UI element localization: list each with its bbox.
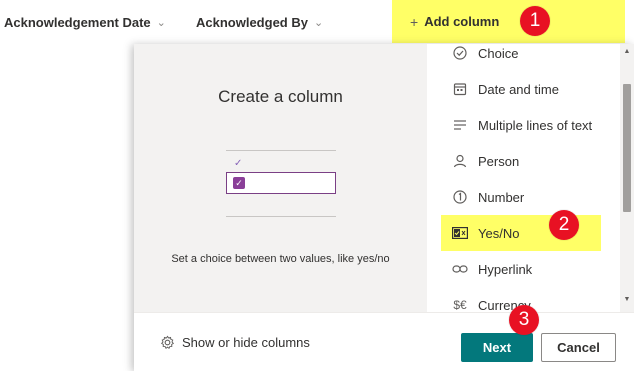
column-header-label: Acknowledged By (196, 14, 308, 30)
sharepoint-list-view: Acknowledgement Date ⌄ Acknowledged By ⌄… (0, 0, 634, 371)
step-callout-3: 3 (509, 305, 539, 335)
column-type-label: Yes/No (478, 225, 520, 241)
step-callout-2: 2 (549, 210, 579, 240)
panel-title: Create a column (218, 87, 343, 106)
column-type-date-and-time[interactable]: Date and time (427, 71, 620, 107)
column-header-label: Acknowledgement Date (4, 14, 151, 30)
step-callout-1: 1 (520, 6, 550, 36)
column-header-acknowledged-by[interactable]: Acknowledged By ⌄ (196, 0, 323, 44)
yes-no-preview-illustration: ✓ ✓ (226, 150, 336, 220)
scroll-up-arrow-icon[interactable]: ▲ (620, 48, 634, 55)
column-type-multiple-lines-of-text[interactable]: Multiple lines of text (427, 107, 620, 143)
column-type-person[interactable]: Person (427, 143, 620, 179)
column-type-label: Number (478, 189, 525, 205)
column-type-label: Person (478, 153, 520, 169)
divider (226, 216, 336, 217)
scrollbar-thumb[interactable] (623, 84, 631, 212)
next-button[interactable]: Next (461, 333, 533, 362)
multiline-text-icon (452, 117, 468, 133)
cancel-button[interactable]: Cancel (541, 333, 616, 362)
currency-icon: $€ (453, 298, 467, 312)
divider (226, 150, 336, 151)
create-column-panel: Create a column ✓ ✓ Set a choice between… (134, 44, 634, 371)
add-column-button[interactable]: + Add column (392, 0, 625, 43)
calendar-icon (452, 81, 468, 97)
column-type-list[interactable]: Choice Date and time Multiple lines of t… (427, 44, 620, 312)
column-type-label: Choice (478, 45, 519, 61)
person-icon (452, 153, 468, 169)
column-type-choice[interactable]: Choice (427, 44, 620, 71)
show-or-hide-columns-label: Show or hide columns (182, 335, 310, 350)
plus-icon: + (410, 13, 419, 30)
column-type-label: Date and time (478, 81, 559, 97)
scroll-down-arrow-icon[interactable]: ▼ (620, 296, 634, 303)
choice-icon (452, 45, 468, 61)
number-icon (452, 189, 468, 205)
column-type-label: Hyperlink (478, 261, 533, 277)
column-type-label: Multiple lines of text (478, 117, 593, 133)
checkmark-icon: ✓ (234, 158, 243, 169)
column-header-acknowledgement-date[interactable]: Acknowledgement Date ⌄ (4, 0, 166, 44)
chevron-down-icon: ⌄ (313, 16, 324, 29)
add-column-label: Add column (424, 14, 500, 29)
column-type-preview: Create a column ✓ ✓ Set a choice between… (134, 44, 427, 312)
checked-checkbox-icon: ✓ (233, 177, 245, 189)
chevron-down-icon: ⌄ (156, 16, 166, 29)
column-type-list-scrollbar[interactable]: ▲ ▼ (620, 44, 634, 312)
column-type-hyperlink[interactable]: Hyperlink (427, 251, 620, 287)
panel-footer: Show or hide columns Next Cancel (134, 312, 634, 371)
column-type-description: Set a choice between two values, like ye… (171, 253, 390, 265)
yes-no-icon (452, 225, 468, 241)
show-or-hide-columns-link[interactable]: Show or hide columns (160, 335, 310, 350)
column-type-number[interactable]: Number (427, 179, 620, 215)
gear-icon (160, 335, 175, 350)
link-icon (452, 261, 468, 277)
checkbox-preview: ✓ (226, 172, 336, 194)
